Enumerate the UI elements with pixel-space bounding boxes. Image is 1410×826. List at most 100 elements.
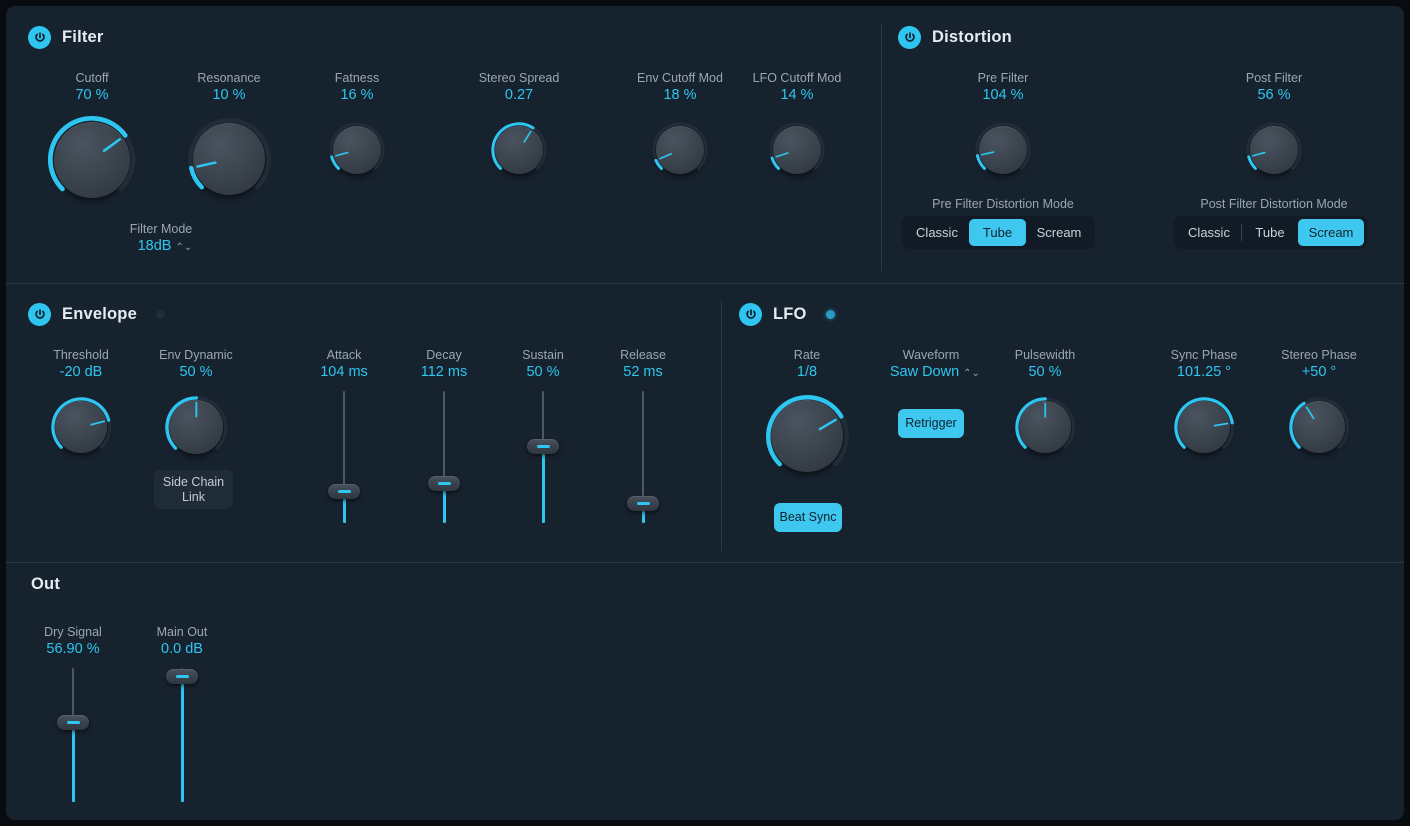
slider-fill: [342, 499, 346, 523]
env-dynamic-label: Env Dynamic: [159, 348, 233, 362]
slider-track[interactable]: [443, 391, 445, 483]
slider-handle[interactable]: [428, 476, 460, 491]
control-stereo-spread: Stereo Spread 0.27: [458, 70, 580, 181]
lfo-title: LFO: [773, 305, 807, 323]
pre-mode-classic[interactable]: Classic: [905, 219, 969, 246]
pre-mode-tube[interactable]: Tube: [969, 219, 1026, 246]
rate-label: Rate: [793, 348, 821, 362]
post-mode-tube[interactable]: Tube: [1242, 219, 1298, 246]
chevron-updown-icon: ⌃⌄: [963, 368, 980, 379]
filter-mode-select[interactable]: 18dB ⌃⌄: [102, 237, 220, 257]
side-chain-link-line2: Link: [182, 489, 205, 504]
post-mode-scream[interactable]: Scream: [1298, 219, 1364, 246]
filter-power-icon[interactable]: [28, 26, 51, 49]
waveform-select[interactable]: Saw Down ⌃⌄: [872, 363, 990, 383]
decay-value: 112 ms: [420, 364, 468, 380]
envelope-power-icon[interactable]: [28, 303, 51, 326]
pre-filter-value: 104 %: [982, 87, 1024, 103]
post-mode-classic[interactable]: Classic: [1177, 219, 1241, 246]
fatness-value: 16 %: [340, 87, 374, 103]
resonance-knob[interactable]: [185, 115, 274, 204]
slider-handle-marker: [636, 502, 650, 505]
post-filter-distortion-mode-group[interactable]: Classic Tube Scream: [1174, 216, 1367, 249]
slider-handle[interactable]: [57, 715, 89, 730]
slider-fill: [641, 511, 645, 523]
control-threshold: Threshold -20 dB: [22, 347, 140, 460]
pre-mode-scream[interactable]: Scream: [1026, 219, 1092, 246]
env-cutoff-mod-label: Env Cutoff Mod: [637, 71, 723, 85]
filter-header: Filter: [28, 26, 104, 49]
slider-track[interactable]: [72, 668, 74, 722]
distortion-title: Distortion: [932, 28, 1012, 46]
sustain-slider[interactable]: [499, 391, 587, 523]
envelope-title: Envelope: [62, 305, 137, 323]
post-filter-label: Post Filter: [1245, 71, 1303, 85]
slider-handle[interactable]: [527, 439, 559, 454]
retrigger-button[interactable]: Retrigger: [898, 409, 964, 438]
control-pre-filter: Pre Filter 104 %: [940, 70, 1066, 181]
main-out-slider[interactable]: [138, 668, 226, 802]
resonance-label: Resonance: [197, 71, 261, 85]
env-dynamic-knob[interactable]: [162, 393, 231, 462]
slider-handle[interactable]: [627, 496, 659, 511]
slider-handle[interactable]: [166, 669, 198, 684]
release-slider[interactable]: [599, 391, 687, 523]
slider-handle-marker: [337, 490, 351, 493]
sustain-value: 50 %: [526, 364, 560, 380]
slider-handle[interactable]: [328, 484, 360, 499]
release-label: Release: [620, 348, 666, 362]
pulsewidth-knob[interactable]: [1012, 394, 1078, 460]
filter-mode-value: 18dB: [137, 238, 172, 254]
cutoff-value: 70 %: [75, 87, 109, 103]
main-out-value: 0.0 dB: [161, 641, 203, 657]
control-sustain: Sustain 50 %: [499, 347, 587, 523]
dry-signal-slider[interactable]: [29, 668, 117, 802]
distortion-header: Distortion: [898, 26, 1012, 49]
threshold-label: Threshold: [53, 348, 109, 362]
fatness-knob[interactable]: [326, 119, 388, 181]
sync-phase-knob[interactable]: [1171, 394, 1237, 460]
control-env-cutoff-mod: Env Cutoff Mod 18 %: [613, 70, 747, 181]
beat-sync-button[interactable]: Beat Sync: [774, 503, 842, 532]
lfo-power-icon[interactable]: [739, 303, 762, 326]
control-release: Release 52 ms: [599, 347, 687, 523]
attack-label: Attack: [326, 348, 362, 362]
resonance-value: 10 %: [212, 87, 246, 103]
post-filter-distortion-mode-label: Post Filter Distortion Mode: [1200, 197, 1348, 211]
control-sync-phase: Sync Phase 101.25 °: [1145, 347, 1263, 460]
filter-distortion-divider: [881, 23, 882, 271]
lfo-cutoff-mod-label: LFO Cutoff Mod: [752, 71, 842, 85]
threshold-knob[interactable]: [48, 394, 114, 460]
cutoff-knob[interactable]: [45, 113, 138, 206]
pulsewidth-label: Pulsewidth: [1014, 348, 1076, 362]
control-fatness: Fatness 16 %: [306, 70, 408, 181]
pre-filter-knob[interactable]: [972, 119, 1034, 181]
sync-phase-value: 101.25 °: [1176, 364, 1232, 380]
slider-handle-marker: [175, 675, 189, 678]
release-value: 52 ms: [623, 364, 663, 380]
distortion-power-icon[interactable]: [898, 26, 921, 49]
pre-filter-distortion-mode-group[interactable]: Classic Tube Scream: [902, 216, 1095, 249]
stereo-phase-knob[interactable]: [1286, 394, 1352, 460]
sync-phase-label: Sync Phase: [1170, 348, 1238, 362]
waveform-value: Saw Down: [889, 364, 960, 380]
slider-track[interactable]: [642, 391, 644, 503]
decay-slider[interactable]: [400, 391, 488, 523]
attack-slider[interactable]: [300, 391, 388, 523]
slider-fill: [180, 684, 184, 802]
rate-knob[interactable]: [763, 392, 852, 481]
control-dry-signal: Dry Signal 56.90 %: [29, 624, 117, 802]
top-sections-divider: [6, 283, 1404, 284]
stereo-spread-knob[interactable]: [488, 119, 550, 181]
post-filter-knob[interactable]: [1243, 119, 1305, 181]
dry-signal-value: 56.90 %: [46, 641, 100, 657]
pre-filter-label: Pre Filter: [977, 71, 1029, 85]
pulsewidth-value: 50 %: [1028, 364, 1062, 380]
filter-title: Filter: [62, 28, 104, 46]
side-chain-link-button[interactable]: Side Chain Link: [154, 470, 233, 509]
lfo-cutoff-mod-knob[interactable]: [766, 119, 828, 181]
env-cutoff-mod-knob[interactable]: [649, 119, 711, 181]
control-main-out: Main Out 0.0 dB: [138, 624, 226, 802]
slider-track[interactable]: [542, 391, 544, 446]
slider-track[interactable]: [343, 391, 345, 491]
